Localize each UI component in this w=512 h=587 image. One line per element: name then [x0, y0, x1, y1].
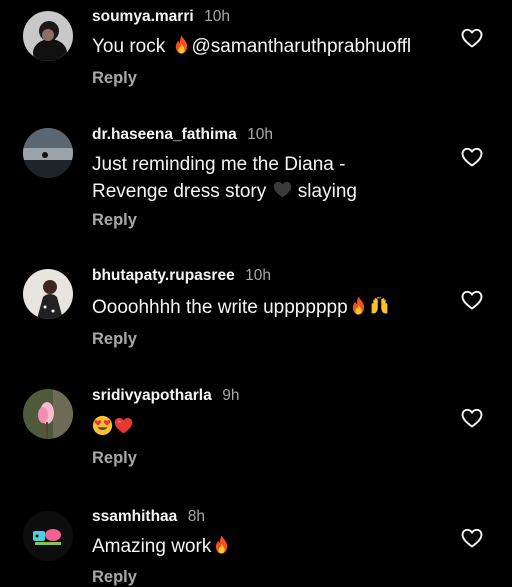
reply-button[interactable]: Reply — [92, 568, 137, 587]
avatar[interactable] — [23, 389, 73, 439]
mention-link[interactable]: @samantharuthprabhuoffl — [192, 36, 412, 57]
username[interactable]: ssamhithaa — [92, 508, 177, 525]
heart-outline-icon[interactable] — [459, 145, 485, 169]
fire-emoji-icon — [211, 534, 232, 555]
comment-text-part: Oooohhhh the write uppppppp — [92, 297, 348, 318]
username[interactable]: sridivyapotharla — [92, 387, 212, 404]
avatar[interactable] — [23, 128, 73, 178]
avatar[interactable] — [23, 11, 73, 61]
timestamp: 10h — [247, 126, 274, 143]
avatar[interactable] — [23, 511, 73, 561]
comment-text: You rock @samantharuthprabhuoffl — [92, 33, 472, 60]
comment-meta: sridivyapotharla 9h — [92, 386, 239, 406]
heart-outline-icon[interactable] — [459, 26, 485, 50]
username[interactable]: soumya.marri — [92, 8, 194, 25]
comment-meta: bhutapaty.rupasree 10h — [92, 266, 271, 286]
black-heart-emoji-icon — [272, 179, 293, 200]
timestamp: 10h — [204, 8, 230, 25]
reply-button[interactable]: Reply — [92, 69, 137, 88]
heart-outline-icon[interactable] — [459, 526, 485, 550]
comment-meta: ssamhithaa 8h — [92, 507, 205, 527]
comment-text: Just reminding me the Diana - Revenge dr… — [92, 151, 392, 205]
comment-item: sridivyapotharla 9h Reply — [0, 370, 512, 490]
timestamp: 9h — [222, 387, 240, 404]
comment-meta: dr.haseena_fathima 10h — [92, 125, 273, 145]
reply-button[interactable]: Reply — [92, 449, 137, 468]
timestamp: 8h — [187, 508, 205, 525]
heart-outline-icon[interactable] — [459, 406, 485, 430]
comment-meta: soumya.marri 10h — [92, 7, 230, 27]
comment-text: Oooohhhh the write uppppppp — [92, 294, 452, 321]
comment-text-part: Amazing work — [92, 536, 212, 557]
reply-button[interactable]: Reply — [92, 330, 137, 349]
comment-item: soumya.marri 10h You rock @samantharuthp… — [0, 0, 512, 110]
username[interactable]: bhutapaty.rupasree — [92, 267, 235, 284]
comment-item: dr.haseena_fathima 10h Just reminding me… — [0, 110, 512, 250]
heart-outline-icon[interactable] — [459, 288, 485, 312]
comment-text-part: slaying — [292, 181, 357, 202]
fire-emoji-icon — [348, 295, 369, 316]
comment-item: bhutapaty.rupasree 10h Oooohhhh the writ… — [0, 250, 512, 370]
comment-text: Amazing work — [92, 533, 452, 560]
comment-text — [92, 414, 452, 441]
username[interactable]: dr.haseena_fathima — [92, 126, 237, 143]
fire-emoji-icon — [171, 34, 192, 55]
comment-text-part: You rock — [92, 36, 171, 57]
reply-button[interactable]: Reply — [92, 211, 137, 230]
comment-item: ssamhithaa 8h Amazing work Reply — [0, 490, 512, 587]
timestamp: 10h — [245, 267, 272, 284]
heart-eyes-emoji-icon — [92, 415, 113, 436]
avatar[interactable] — [23, 269, 73, 319]
raising-hands-emoji-icon — [369, 295, 390, 316]
red-heart-emoji-icon — [113, 415, 134, 436]
